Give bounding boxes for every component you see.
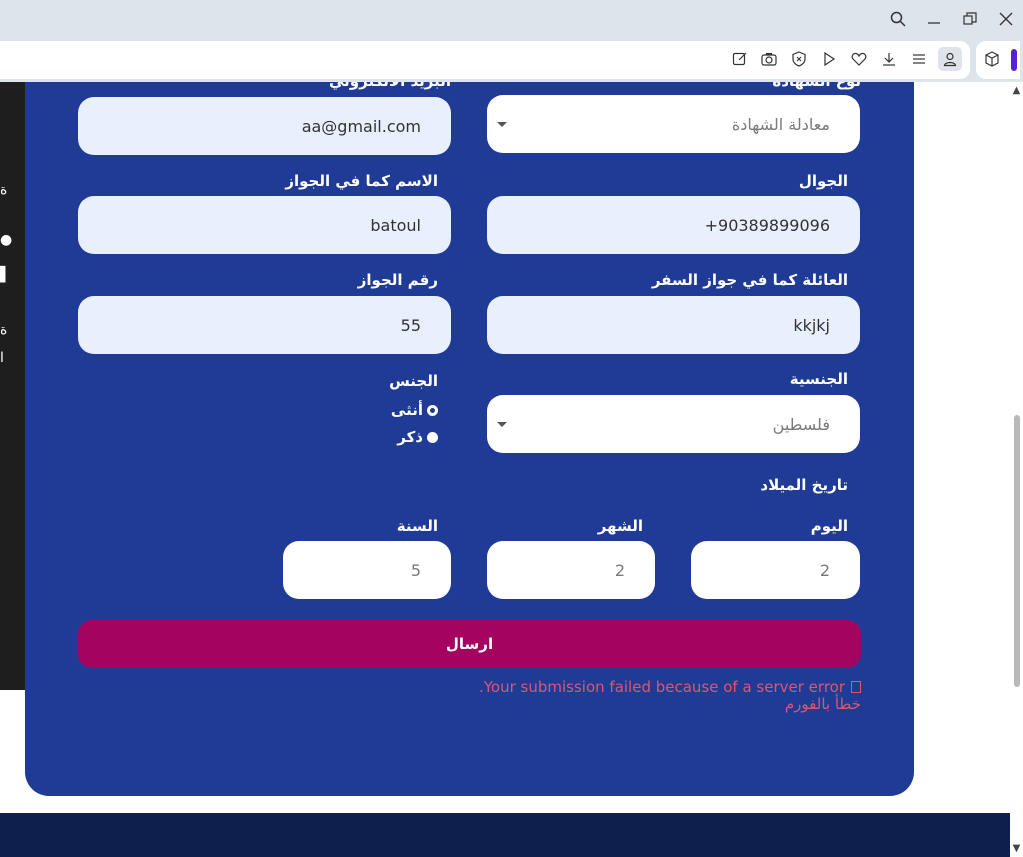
cert-label: نوع الشهادة bbox=[772, 82, 861, 90]
family-name-field[interactable]: kkjkj bbox=[487, 296, 860, 354]
year-label: السنة bbox=[396, 517, 438, 535]
heart-icon[interactable] bbox=[850, 50, 868, 68]
gender-option-female[interactable]: أنثى bbox=[391, 401, 438, 419]
play-icon[interactable] bbox=[820, 50, 838, 68]
month-field[interactable]: 2 bbox=[487, 541, 655, 599]
radio-checked-icon[interactable] bbox=[427, 404, 438, 416]
scroll-up-icon[interactable]: ▲ bbox=[1011, 86, 1022, 96]
gender-female-label: أنثى bbox=[390, 401, 423, 419]
day-field[interactable]: 2 bbox=[691, 541, 860, 599]
edit-icon[interactable] bbox=[731, 50, 749, 68]
day-label: اليوم bbox=[810, 517, 848, 535]
email-field[interactable]: aa@gmail.com bbox=[78, 97, 451, 155]
camera-icon[interactable] bbox=[760, 50, 778, 68]
gender-label: الجنس bbox=[389, 372, 438, 390]
email-label: البريد الالكتروني bbox=[329, 82, 451, 90]
passport-name-field[interactable]: batoul bbox=[78, 196, 451, 254]
page-content: ة ● ▌ ة ا البريد الالكتروني نوع الشهادة … bbox=[0, 82, 1010, 857]
side-char: ا bbox=[0, 350, 4, 366]
passport-number-label: رقم الجواز bbox=[357, 271, 438, 289]
minimize-icon[interactable] bbox=[924, 9, 944, 29]
search-icon[interactable] bbox=[888, 9, 908, 29]
close-icon[interactable] bbox=[996, 9, 1016, 29]
window-titlebar bbox=[0, 0, 1023, 38]
menu-icon[interactable] bbox=[910, 50, 928, 68]
mobile-label: الجوال bbox=[798, 172, 848, 190]
passport-number-field[interactable]: 55 bbox=[78, 296, 451, 354]
browser-toolbar bbox=[0, 38, 1023, 82]
download-icon[interactable] bbox=[880, 50, 898, 68]
vertical-scrollbar[interactable]: ▲ ▼ bbox=[1010, 82, 1023, 857]
sidebar-indicator bbox=[1011, 49, 1017, 71]
month-label: الشهر bbox=[597, 517, 643, 535]
error-icon bbox=[851, 681, 861, 693]
scroll-down-icon[interactable]: ▼ bbox=[1011, 844, 1022, 854]
profile-icon[interactable] bbox=[938, 47, 962, 71]
restore-icon[interactable] bbox=[960, 9, 980, 29]
nationality-select-value: فلسطين bbox=[772, 414, 830, 434]
dark-side-panel: ة ● ▌ ة ا bbox=[0, 82, 25, 690]
error-message-arabic: خطأ بالفورم bbox=[784, 695, 861, 713]
extension-area bbox=[976, 41, 1020, 79]
dob-label: تاريخ الميلاد bbox=[760, 476, 848, 494]
scrollbar-thumb[interactable] bbox=[1014, 415, 1020, 687]
year-field[interactable]: 5 bbox=[283, 541, 451, 599]
side-dot: ● bbox=[0, 232, 13, 248]
gender-option-male[interactable]: ذكر bbox=[397, 428, 438, 446]
side-char: ة bbox=[0, 182, 8, 198]
nationality-label: الجنسية bbox=[789, 370, 848, 388]
nationality-select[interactable]: فلسطين bbox=[487, 395, 860, 453]
passport-name-label: الاسم كما في الجواز bbox=[285, 172, 438, 190]
error-message: Your submission failed because of a serv… bbox=[478, 678, 845, 696]
family-name-label: العائلة كما في جواز السفر bbox=[651, 271, 848, 289]
side-bar: ▌ bbox=[0, 267, 11, 283]
certificate-select[interactable]: معادلة الشهادة bbox=[487, 95, 860, 153]
submit-button[interactable]: ارسال bbox=[78, 620, 861, 668]
gender-male-label: ذكر bbox=[397, 428, 423, 446]
certificate-select-value: معادلة الشهادة bbox=[731, 114, 830, 134]
chevron-down-icon bbox=[497, 422, 507, 427]
shield-icon[interactable] bbox=[790, 50, 808, 68]
radio-unchecked-icon[interactable] bbox=[427, 431, 438, 443]
chevron-down-icon bbox=[497, 122, 507, 127]
page-footer bbox=[0, 813, 1010, 857]
error-line: Your submission failed because of a serv… bbox=[479, 678, 861, 696]
side-char: ة bbox=[0, 322, 8, 338]
extension-icon[interactable] bbox=[983, 50, 1001, 68]
mobile-field[interactable]: +90389899096 bbox=[487, 196, 860, 254]
